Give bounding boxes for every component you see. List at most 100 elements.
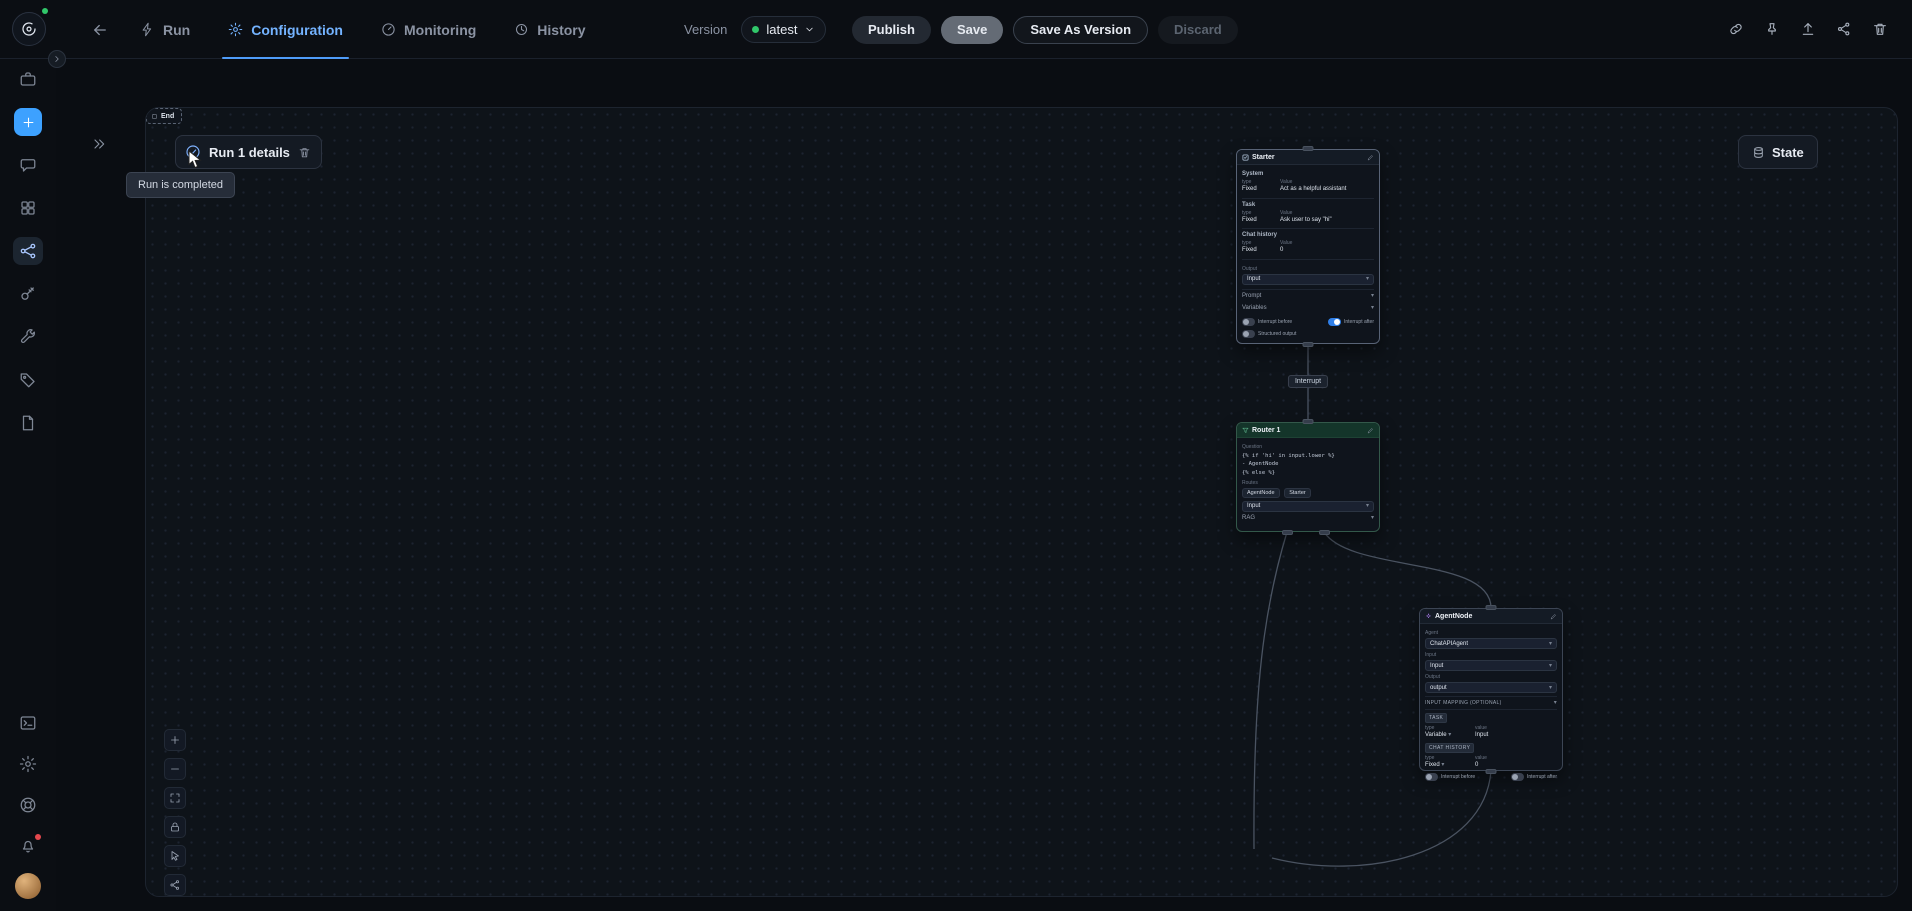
chip-label: Starter	[1289, 490, 1306, 496]
app-logo-icon[interactable]	[12, 12, 46, 46]
tab-history[interactable]: History	[514, 0, 585, 59]
toggle-switch[interactable]	[1511, 773, 1524, 781]
node-handle[interactable]	[1303, 419, 1314, 424]
toggle-interrupt-after: Interrupt after	[1328, 318, 1374, 326]
section-output: Output Input▾	[1242, 260, 1374, 290]
sidebar-collapse-button[interactable]	[48, 50, 66, 68]
flow-canvas[interactable]: Run 1 details State Starter	[145, 107, 1898, 897]
checkbox-icon[interactable]	[1242, 154, 1249, 161]
task-badge: TASK	[1425, 713, 1447, 723]
edit-icon[interactable]	[1367, 154, 1374, 161]
sidebar-item-keys[interactable]	[13, 280, 43, 308]
agent-output-select[interactable]: output▾	[1425, 682, 1557, 693]
route-chip[interactable]: Starter	[1284, 488, 1311, 498]
stop-icon	[151, 113, 158, 120]
sparkle-icon	[1425, 613, 1432, 620]
check-circle-icon	[185, 144, 201, 160]
version-dropdown[interactable]: latest	[741, 16, 826, 43]
pin-button[interactable]	[1758, 15, 1786, 43]
field-label: type	[1242, 210, 1274, 216]
zoom-out-button[interactable]	[164, 758, 186, 780]
tab-monitoring[interactable]: Monitoring	[381, 0, 476, 59]
export-button[interactable]	[1794, 15, 1822, 43]
sidebar-item-settings[interactable]	[13, 750, 43, 778]
sidebar-item-support[interactable]	[13, 791, 43, 819]
node-handle[interactable]	[1303, 146, 1314, 151]
node-handle[interactable]	[1303, 342, 1314, 347]
field-value[interactable]: Variable ▾	[1425, 732, 1469, 740]
publish-button[interactable]: Publish	[852, 16, 931, 44]
tab-configuration[interactable]: Configuration	[228, 0, 343, 59]
run-details-card[interactable]: Run 1 details	[175, 135, 322, 169]
code-line: - AgentNode	[1242, 460, 1374, 468]
version-value: latest	[766, 22, 797, 37]
sidebar-item-notifications[interactable]	[13, 832, 43, 860]
share-button[interactable]	[1830, 15, 1858, 43]
node-handle[interactable]	[1282, 530, 1293, 535]
wrench-icon	[19, 328, 37, 346]
edit-icon[interactable]	[1550, 613, 1557, 620]
zoom-in-button[interactable]	[164, 729, 186, 751]
node-title: Starter	[1252, 154, 1275, 161]
toggle-switch[interactable]	[1242, 318, 1255, 326]
row-rag[interactable]: RAG▾	[1242, 512, 1374, 524]
save-button[interactable]: Save	[941, 16, 1003, 44]
copy-link-button[interactable]	[1722, 15, 1750, 43]
output-select[interactable]: Input▾	[1242, 274, 1374, 285]
node-handle[interactable]	[1486, 769, 1497, 774]
sidebar-item-apps[interactable]	[13, 194, 43, 222]
sidebar-item-terminal[interactable]	[13, 709, 43, 737]
chevron-down-icon	[804, 24, 815, 35]
row-label: INPUT MAPPING (OPTIONAL)	[1425, 700, 1502, 706]
sidebar-item-tools[interactable]	[13, 323, 43, 351]
pointer-mode-button[interactable]	[164, 845, 186, 867]
field-value[interactable]: Fixed ▾	[1425, 762, 1469, 770]
sidebar-item-docs[interactable]	[13, 409, 43, 437]
status-dot	[42, 8, 48, 14]
chevrons-right-icon	[91, 136, 107, 152]
field-value: Act as a helpful assistant	[1280, 186, 1374, 194]
row-variables[interactable]: Variables▾	[1242, 302, 1374, 314]
edit-icon[interactable]	[1367, 427, 1374, 434]
tab-run[interactable]: Run	[140, 0, 190, 59]
lock-button[interactable]	[164, 816, 186, 838]
router-input-select[interactable]: Input▾	[1242, 501, 1374, 512]
field-label: value	[1475, 725, 1557, 731]
sidebar-item-tags[interactable]	[13, 366, 43, 394]
sidebar-item-workspace[interactable]	[13, 65, 43, 93]
node-agent[interactable]: AgentNode Agent ChatAPIAgent▾ Input Inpu…	[1419, 608, 1563, 771]
tag-icon	[19, 371, 37, 389]
panel-expand-button[interactable]	[86, 131, 112, 157]
toggle-switch[interactable]	[1242, 330, 1255, 338]
fullscreen-icon	[169, 792, 181, 804]
left-sidebar	[0, 59, 56, 911]
discard-button[interactable]: Discard	[1158, 16, 1238, 44]
toggle-switch[interactable]	[1425, 773, 1438, 781]
node-body: Question {% if 'hi' in input.lower %} - …	[1237, 438, 1379, 528]
topbar-icon-group	[1722, 15, 1894, 43]
trash-icon[interactable]	[298, 146, 311, 159]
save-as-version-button[interactable]: Save As Version	[1013, 16, 1148, 44]
node-handle[interactable]	[1319, 530, 1330, 535]
share-view-button[interactable]	[164, 874, 186, 896]
back-button[interactable]	[86, 16, 114, 44]
briefcase-icon	[19, 70, 37, 88]
agent-input-select[interactable]: Input▾	[1425, 660, 1557, 671]
sidebar-item-chat[interactable]	[13, 151, 43, 179]
fit-view-button[interactable]	[164, 787, 186, 809]
route-chip[interactable]: AgentNode	[1242, 488, 1280, 498]
state-button[interactable]: State	[1738, 135, 1818, 169]
node-handle[interactable]	[1486, 605, 1497, 610]
avatar[interactable]	[15, 873, 41, 899]
sidebar-item-flows[interactable]	[13, 237, 43, 265]
agent-select[interactable]: ChatAPIAgent▾	[1425, 638, 1557, 649]
row-prompt[interactable]: Prompt▾	[1242, 290, 1374, 302]
toggle-switch[interactable]	[1328, 318, 1341, 326]
input-mapping-row[interactable]: INPUT MAPPING (OPTIONAL)▾	[1425, 696, 1557, 710]
edge-label-interrupt[interactable]: Interrupt	[1288, 375, 1328, 388]
sidebar-add-button[interactable]	[14, 108, 42, 136]
node-starter[interactable]: Starter System typeFixed ValueAct as a h…	[1236, 149, 1380, 344]
node-router[interactable]: Router 1 Question {% if 'hi' in input.lo…	[1236, 422, 1380, 532]
node-end[interactable]: End	[146, 108, 182, 124]
delete-button[interactable]	[1866, 15, 1894, 43]
